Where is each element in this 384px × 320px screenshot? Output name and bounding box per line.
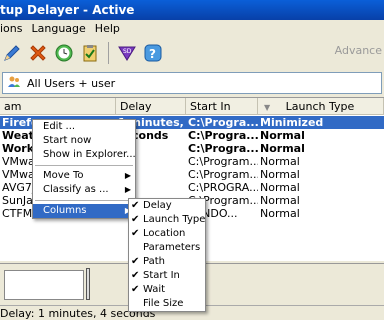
cell-launch: Normal [260, 181, 300, 194]
context-menu-item-label: Show in Explorer... [43, 149, 136, 160]
check-icon: ✔ [131, 214, 140, 225]
columns-menu-item-label: Wait [143, 284, 166, 295]
user-selector[interactable]: All Users + user [2, 72, 382, 94]
title-bar[interactable]: tup Delayer - Active [0, 0, 384, 20]
column-header-delay[interactable]: Delay [116, 98, 186, 115]
delay-slider-thumb[interactable] [86, 268, 90, 300]
context-menu-item[interactable]: Move To ▶ [33, 169, 135, 183]
context-menu-item-label: Edit ... [43, 121, 76, 132]
columns-submenu: ✔ Delay ✔ Launch Type ✔ Location Parameters ✔ Pa… [128, 198, 206, 312]
clock-icon[interactable] [52, 41, 76, 65]
submenu-arrow-icon: ▶ [124, 171, 131, 180]
columns-menu-item-label: Location [143, 228, 186, 239]
columns-menu-item-label: Path [143, 256, 165, 267]
cell-start-in: C:\PROGRA... [188, 181, 258, 194]
columns-menu-item[interactable]: ✔ Launch Type [129, 213, 205, 227]
column-header-launch-type[interactable]: ▼ Launch Type [258, 98, 384, 115]
context-menu-item[interactable]: Edit ... [33, 120, 135, 134]
context-menu: Edit ... Start now Show in Explorer... Move… [32, 119, 136, 219]
list-header: am Delay Start In ▼ Launch Type [0, 98, 384, 115]
svg-text:SD: SD [123, 48, 132, 55]
check-icon: ✔ [131, 270, 140, 281]
users-icon [7, 75, 21, 92]
columns-menu-item[interactable]: Parameters [129, 241, 205, 255]
check-icon: ✔ [131, 228, 140, 239]
cell-launch: Normal [260, 207, 300, 220]
columns-menu-item[interactable]: ✔ Delay [129, 199, 205, 213]
help-icon[interactable]: ? [141, 41, 165, 65]
user-selector-label: All Users + user [27, 76, 116, 90]
columns-menu-item[interactable]: ✔ Location [129, 227, 205, 241]
columns-menu-item[interactable]: ✔ Wait [129, 283, 205, 297]
cell-launch: Normal [260, 142, 305, 155]
menu-help[interactable]: Help [95, 22, 120, 38]
columns-menu-item-label: File Size [143, 298, 184, 309]
columns-menu-item[interactable]: ✔ Start In [129, 269, 205, 283]
toolbar: SD ? [0, 38, 384, 68]
check-icon: ✔ [131, 256, 140, 267]
cell-start-in: C:\Program... [188, 155, 258, 168]
column-header-start-in[interactable]: Start In [186, 98, 258, 115]
columns-menu-item-label: Start In [143, 270, 180, 281]
cell-start-in: C:\Progra... [188, 116, 258, 129]
menu-separator [35, 200, 133, 201]
columns-menu-item-label: Delay [143, 200, 172, 211]
context-menu-item-label: Move To [43, 170, 84, 181]
cell-start-in: C:\Program... [188, 168, 258, 181]
context-menu-item[interactable]: Start now [33, 134, 135, 148]
menu-bar: ions Language Help [0, 20, 384, 38]
check-icon: ✔ [131, 200, 140, 211]
clipboard-icon[interactable] [78, 41, 102, 65]
columns-menu-item[interactable]: ✔ Path [129, 255, 205, 269]
delay-slider-track[interactable] [4, 270, 84, 300]
sort-desc-icon: ▼ [264, 103, 271, 112]
context-menu-item[interactable]: Classify as ... ▶ [33, 183, 135, 197]
cell-launch: Normal [260, 194, 300, 207]
cell-start-in: C:\Progra... [188, 129, 258, 142]
columns-menu-item[interactable]: File Size [129, 297, 205, 311]
column-header-launch-type-label: Launch Type [285, 100, 355, 113]
column-header-name[interactable]: am [0, 98, 116, 115]
window-title: tup Delayer - Active [0, 3, 135, 17]
menu-options[interactable]: ions [0, 22, 23, 38]
context-menu-item-label: Start now [43, 135, 92, 146]
context-menu-item[interactable]: Columns▶ [33, 204, 135, 218]
context-menu-item-label: Columns [43, 205, 87, 216]
menu-language[interactable]: Language [32, 22, 86, 38]
menu-separator [35, 165, 133, 166]
columns-menu-item-label: Parameters [143, 242, 201, 253]
toolbar-separator [108, 42, 109, 64]
context-menu-item[interactable]: Show in Explorer... [33, 148, 136, 162]
cell-start-in: C:\Progra... [188, 142, 258, 155]
delete-x-icon[interactable] [26, 41, 50, 65]
check-icon: ✔ [131, 284, 140, 295]
cell-launch: Minimized [260, 116, 324, 129]
submenu-arrow-icon: ▶ [124, 185, 131, 194]
cell-launch: Normal [260, 129, 305, 142]
sd-filter-icon[interactable]: SD [115, 41, 139, 65]
svg-text:?: ? [149, 47, 156, 61]
cell-launch: Normal [260, 155, 300, 168]
advanced-label[interactable]: Advance [335, 44, 382, 57]
cell-launch: Normal [260, 168, 300, 181]
context-menu-item-label: Classify as ... [43, 184, 109, 195]
edit-pencil-icon[interactable] [0, 41, 24, 65]
columns-menu-item-label: Launch Type [143, 214, 206, 225]
